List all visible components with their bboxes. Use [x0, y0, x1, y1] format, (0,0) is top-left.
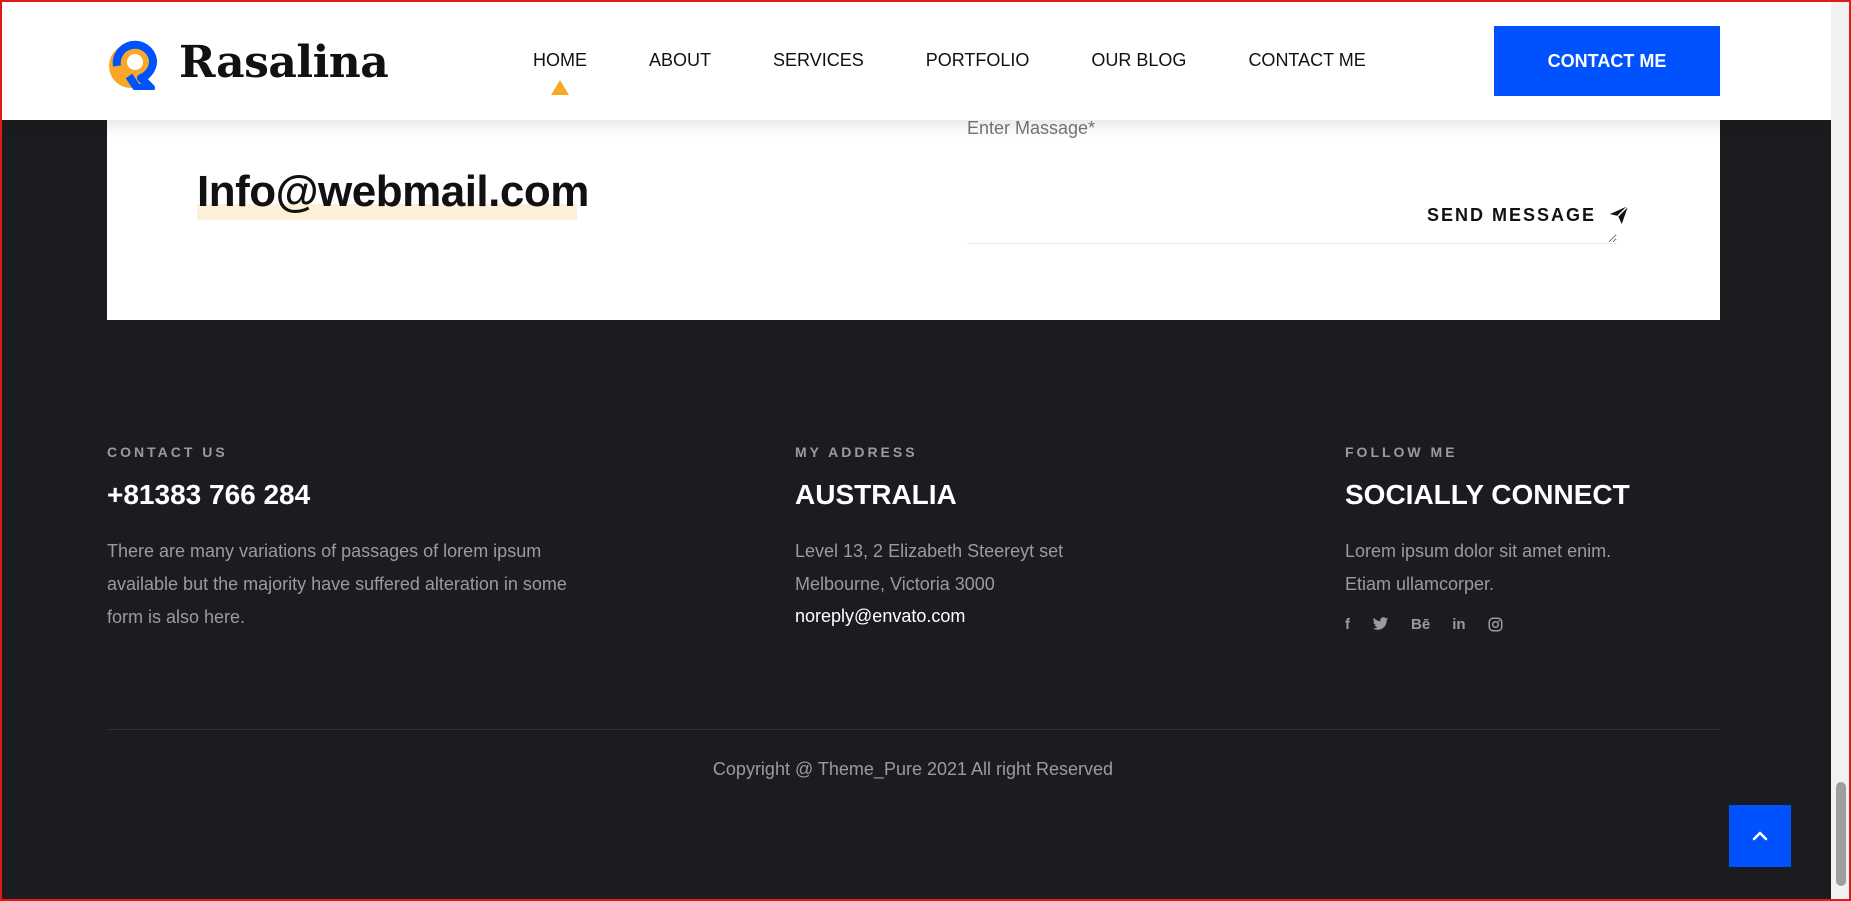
logo[interactable]: Rasalina: [107, 36, 389, 90]
scrollbar-thumb[interactable]: [1836, 782, 1846, 886]
logo-mark-icon: [109, 40, 157, 90]
message-label: Enter Massage*: [967, 118, 1096, 138]
nav-item-services[interactable]: SERVICES: [773, 50, 864, 71]
nav-item-label: SERVICES: [773, 50, 864, 70]
main-nav: HOME ABOUT SERVICES PORTFOLIO OUR BLOG C…: [533, 50, 1366, 95]
contact-me-button[interactable]: CONTACT ME: [1494, 26, 1720, 96]
scroll-to-top-button[interactable]: [1729, 805, 1791, 867]
chevron-up-icon: [1752, 831, 1768, 841]
address-email-link[interactable]: noreply@envato.com: [795, 601, 965, 631]
footer-follow-column: FOLLOW ME SOCIALLY CONNECT Lorem ipsum d…: [1345, 444, 1745, 633]
nav-item-label: CONTACT ME: [1248, 50, 1366, 70]
address-line-1: Level 13, 2 Elizabeth Steereyt set: [795, 541, 1064, 561]
contact-phone: +81383 766 284: [107, 479, 311, 510]
active-indicator-icon: [551, 80, 569, 95]
address-eyebrow: MY ADDRESS: [795, 444, 918, 460]
address-line-2: Melbourne, Victoria 3000: [795, 574, 995, 594]
nav-item-home[interactable]: HOME: [533, 50, 587, 95]
follow-eyebrow: FOLLOW ME: [1345, 444, 1458, 460]
address-block: Level 13, 2 Elizabeth Steereyt set Melbo…: [795, 535, 1195, 601]
nav-item-label: PORTFOLIO: [925, 50, 1030, 70]
footer-divider: [107, 729, 1720, 730]
contact-eyebrow: CONTACT US: [107, 444, 228, 460]
message-textarea[interactable]: [967, 140, 1617, 244]
behance-icon[interactable]: Bē: [1411, 615, 1430, 633]
nav-item-our-blog[interactable]: OUR BLOG: [1091, 50, 1186, 71]
follow-title: SOCIALLY CONNECT: [1345, 479, 1630, 510]
nav-item-portfolio[interactable]: PORTFOLIO: [926, 50, 1030, 71]
facebook-icon[interactable]: f: [1345, 615, 1350, 633]
paper-plane-icon: [1609, 205, 1629, 225]
footer-address-column: MY ADDRESS AUSTRALIA Level 13, 2 Elizabe…: [795, 444, 1195, 631]
contact-description: There are many variations of passages of…: [107, 541, 567, 627]
nav-item-about[interactable]: ABOUT: [649, 50, 711, 71]
follow-description: Lorem ipsum dolor sit amet enim. Etiam u…: [1345, 541, 1612, 594]
nav-item-label: ABOUT: [649, 50, 712, 70]
linkedin-icon[interactable]: in: [1452, 615, 1465, 633]
nav-item-label: HOME: [533, 50, 587, 70]
logo-text: Rasalina: [179, 37, 389, 88]
send-message-label: SEND MESSAGE: [1427, 204, 1597, 225]
address-country: AUSTRALIA: [795, 479, 957, 510]
instagram-icon[interactable]: [1488, 615, 1503, 633]
nav-item-label: OUR BLOG: [1091, 50, 1187, 70]
send-message-button[interactable]: SEND MESSAGE: [1427, 204, 1630, 226]
page-scrollbar[interactable]: [1831, 0, 1851, 901]
social-links: f Bē in: [1345, 615, 1745, 633]
nav-item-contact-me[interactable]: CONTACT ME: [1248, 50, 1365, 71]
copyright-text: Copyright @ Theme_Pure 2021 All right Re…: [712, 759, 1114, 779]
contact-card: the majority have suffered alteration in…: [107, 100, 1720, 320]
site-header: Rasalina HOME ABOUT SERVICES PORTFOLIO O…: [0, 0, 1831, 120]
twitter-icon[interactable]: [1372, 615, 1389, 633]
contact-email: Info@webmail.com: [197, 167, 589, 216]
footer-contact-column: CONTACT US +81383 766 284 There are many…: [107, 444, 607, 634]
